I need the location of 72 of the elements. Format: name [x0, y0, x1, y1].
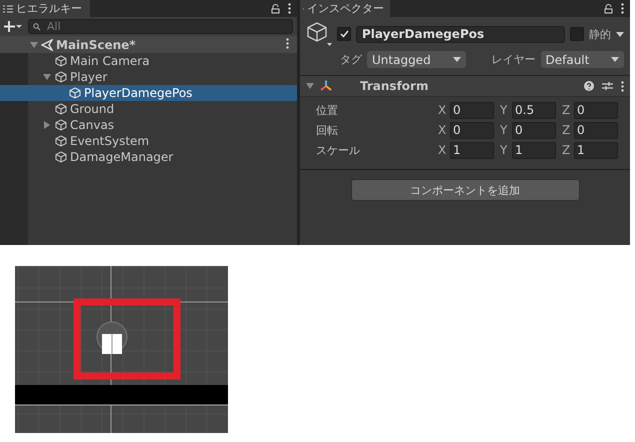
lock-icon [604, 4, 613, 14]
axis-label: Y [500, 123, 508, 137]
search-icon [33, 23, 42, 31]
lock-icon [271, 4, 280, 14]
value-field[interactable]: 0 [574, 122, 618, 138]
axis-label: X [438, 143, 448, 157]
value-field[interactable]: 0 [450, 102, 494, 118]
hierarchy-item[interactable]: Main Camera [28, 53, 297, 69]
name-field[interactable]: PlayerDamegePos [356, 26, 565, 42]
cube-icon [55, 151, 67, 163]
expand-arrow-icon[interactable] [43, 73, 51, 81]
caret-icon [616, 32, 624, 36]
axis-label: Y [500, 103, 508, 117]
more-icon[interactable] [621, 3, 624, 14]
static-checkbox[interactable] [570, 27, 584, 41]
transform-icon [320, 80, 332, 92]
axis-label: Z [562, 123, 572, 137]
hierarchy-item[interactable]: Canvas [28, 117, 297, 133]
cube-icon [55, 103, 67, 115]
value-field[interactable]: 0 [512, 122, 556, 138]
value-field[interactable]: 1 [450, 142, 494, 158]
cube-icon [55, 71, 67, 83]
cube-icon [55, 55, 67, 67]
cube-icon [55, 135, 67, 147]
axis-label: Z [562, 103, 572, 117]
layer-dropdown[interactable]: Default [540, 51, 624, 68]
axis-label: X [438, 123, 448, 137]
more-icon[interactable] [621, 80, 624, 92]
add-component-button[interactable]: コンポーネントを追加 [350, 179, 580, 201]
cube-icon [69, 87, 81, 99]
value-field[interactable]: 1 [512, 142, 556, 158]
unity-logo-icon [41, 38, 53, 50]
hierarchy-item[interactable]: Ground [28, 101, 297, 117]
layer-label: レイヤー [492, 52, 536, 67]
property-label: スケール [316, 142, 361, 158]
hierarchy-item[interactable]: DamageManager [28, 149, 297, 165]
axis-label: Y [500, 143, 508, 157]
expand-arrow-icon[interactable] [30, 40, 38, 48]
tag-dropdown[interactable]: Untagged [367, 51, 466, 68]
active-checkbox[interactable] [337, 27, 351, 41]
value-field[interactable]: 0 [450, 122, 494, 138]
axis-label: Z [562, 143, 572, 157]
hierarchy-tab[interactable]: ヒエラルキー [0, 0, 90, 17]
cube-icon [55, 119, 67, 131]
help-icon[interactable] [584, 81, 594, 91]
axis-label: X [438, 103, 448, 117]
property-label: 位置 [316, 102, 339, 118]
sliders-icon[interactable] [602, 81, 613, 91]
hierarchy-item[interactable]: Player [28, 69, 297, 85]
value-field[interactable]: 0.5 [512, 102, 556, 118]
add-icon[interactable] [4, 21, 22, 32]
more-icon[interactable] [288, 3, 291, 14]
hierarchy-item[interactable]: PlayerDamegePos [0, 85, 297, 101]
list-icon [3, 4, 13, 12]
search-field[interactable]: All [28, 19, 293, 34]
hierarchy-item[interactable]: EventSystem [28, 133, 297, 149]
cube-icon[interactable] [306, 21, 332, 47]
component-title: Transform [360, 79, 428, 93]
tag-label: タグ [340, 52, 362, 67]
expand-arrow-icon[interactable] [306, 82, 314, 90]
static-label: 静的 [589, 26, 611, 42]
property-label: 回転 [316, 122, 339, 138]
inspector-tab[interactable]: インスペクター [300, 0, 390, 17]
more-icon[interactable] [286, 38, 289, 48]
value-field[interactable]: 0 [574, 102, 618, 118]
value-field[interactable]: 1 [574, 142, 618, 158]
caret-icon [611, 57, 619, 62]
check-icon [340, 30, 348, 38]
collapse-arrow-icon[interactable] [43, 121, 51, 129]
scene-row[interactable]: MainScene* [0, 36, 297, 53]
caret-icon [452, 57, 461, 62]
component-header[interactable]: Transform [300, 76, 630, 97]
